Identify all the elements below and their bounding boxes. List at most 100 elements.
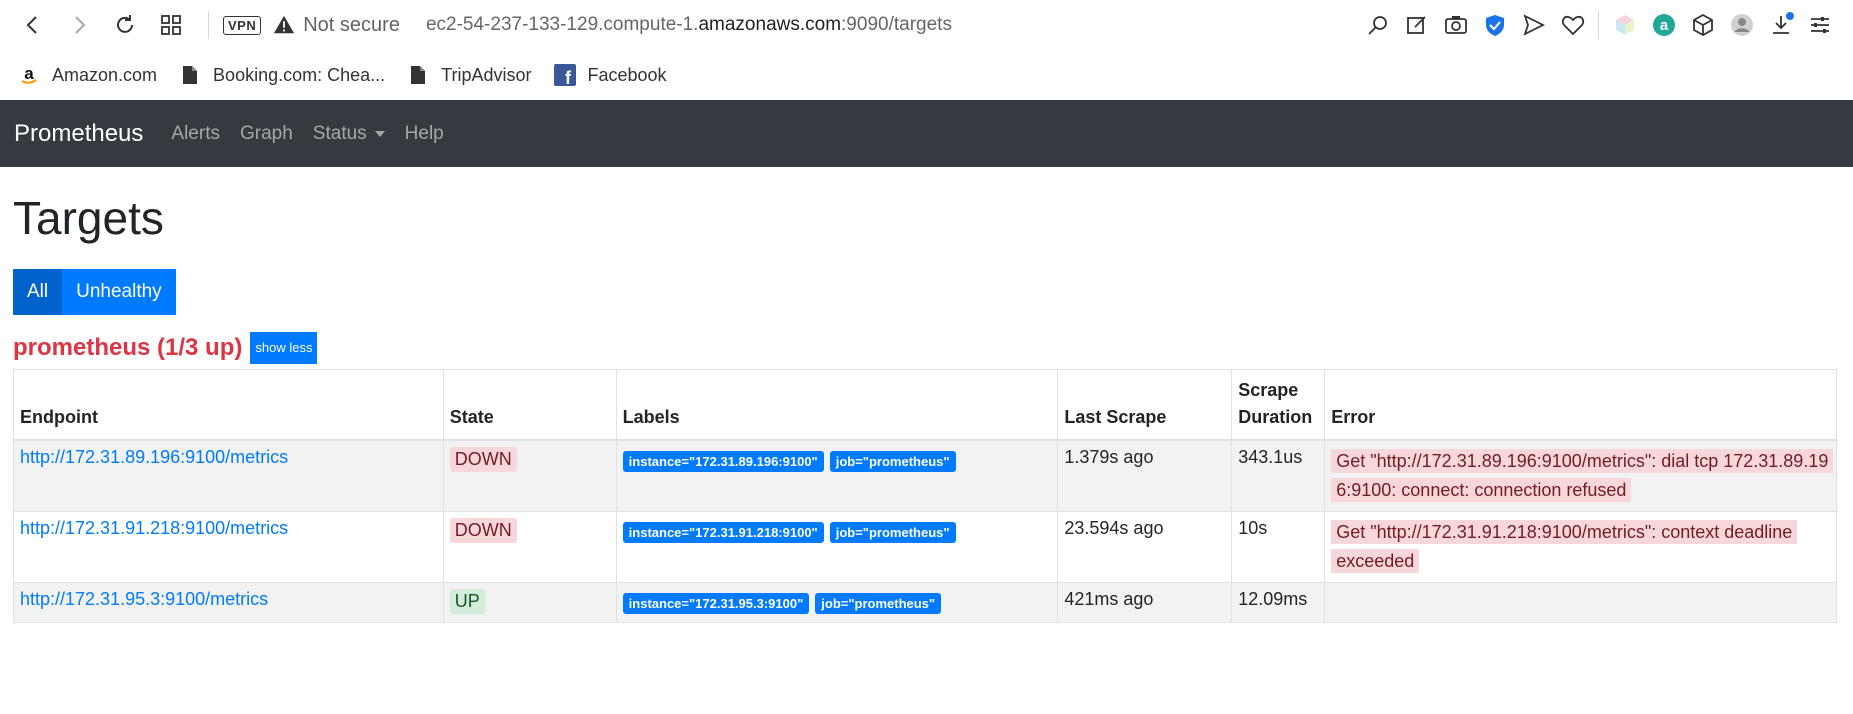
bookmark-label: Booking.com: Chea... <box>213 64 386 85</box>
forward-button[interactable] <box>60 6 98 44</box>
profile-button[interactable] <box>1722 6 1761 45</box>
show-less-button[interactable]: show less <box>250 332 318 364</box>
bookmark-amazon[interactable]: a Amazon.com <box>18 64 157 86</box>
duration-cell: 343.1us <box>1231 439 1326 512</box>
snapshot-button[interactable] <box>1436 6 1475 45</box>
filter-unhealthy-button[interactable]: Unhealthy <box>62 269 176 315</box>
header-state: State <box>442 369 617 441</box>
reload-icon <box>117 15 133 33</box>
table-row: http://172.31.95.3:9100/metrics UP insta… <box>13 581 1837 623</box>
nav-status-dropdown[interactable]: Status <box>313 123 385 145</box>
sliders-icon <box>1810 17 1829 33</box>
camera-icon <box>1444 16 1467 34</box>
endpoint-cell: http://172.31.89.196:9100/metrics <box>13 439 444 512</box>
grid-icon <box>161 15 181 35</box>
nav-graph[interactable]: Graph <box>240 123 293 145</box>
extensions-separator <box>1598 11 1599 39</box>
job-header: prometheus (1/3 up) show less <box>13 332 1840 364</box>
table-header-row: Endpoint State Labels Last Scrape Scrape… <box>13 369 1837 441</box>
endpoint-link[interactable]: http://172.31.89.196:9100/metrics <box>20 447 288 467</box>
labels-cell: instance="172.31.91.218:9100" job="promet… <box>615 510 1059 583</box>
reload-button[interactable] <box>106 6 144 44</box>
svg-text:a: a <box>24 65 34 83</box>
error-cell: Get "http://172.31.91.218:9100/metrics":… <box>1324 510 1837 583</box>
instance-label-badge: instance="172.31.89.196:9100" <box>622 450 824 472</box>
search-page-button[interactable] <box>1358 6 1397 45</box>
settings-menu-button[interactable] <box>1800 6 1839 45</box>
heart-icon <box>1561 15 1584 36</box>
shield-check-icon <box>1485 15 1504 36</box>
table-row: http://172.31.89.196:9100/metrics DOWN i… <box>13 439 1837 512</box>
state-badge: DOWN <box>449 517 517 543</box>
endpoint-link[interactable]: http://172.31.95.3:9100/metrics <box>20 589 268 609</box>
state-cell: UP <box>442 581 617 623</box>
state-cell: DOWN <box>442 510 617 583</box>
instance-label-badge: instance="172.31.91.218:9100" <box>622 521 824 543</box>
main-content: Targets All Unhealthy prometheus (1/3 up… <box>0 189 1853 623</box>
header-error: Error <box>1324 369 1837 441</box>
error-cell <box>1324 581 1837 623</box>
brand-link[interactable]: Prometheus <box>14 120 143 148</box>
send-button[interactable] <box>1514 6 1553 45</box>
state-cell: DOWN <box>442 439 617 512</box>
downloads-button[interactable] <box>1761 6 1800 45</box>
last-scrape-cell: 1.379s ago <box>1057 439 1233 512</box>
table-row: http://172.31.91.218:9100/metrics DOWN i… <box>13 510 1837 583</box>
filter-button-group: All Unhealthy <box>13 269 1840 315</box>
header-labels: Labels <box>615 369 1059 441</box>
filter-all-button[interactable]: All <box>13 269 63 315</box>
job-label-badge: job="prometheus" <box>829 450 956 472</box>
error-cell: Get "http://172.31.89.196:9100/metrics":… <box>1324 439 1837 512</box>
header-endpoint: Endpoint <box>13 369 444 441</box>
security-status[interactable]: Not secure <box>303 14 400 37</box>
caret-down-icon <box>374 130 385 137</box>
nav-alerts[interactable]: Alerts <box>171 123 220 145</box>
send-icon <box>1522 14 1545 36</box>
forward-arrow-icon <box>75 16 86 34</box>
duration-cell: 12.09ms <box>1231 581 1326 623</box>
url-suffix: :9090/targets <box>841 14 952 35</box>
edit-button[interactable] <box>1397 6 1436 45</box>
a-extension-button[interactable]: a <box>1644 6 1683 45</box>
avatar-icon <box>1730 14 1753 36</box>
nav-help[interactable]: Help <box>405 123 444 145</box>
browser-toolbar: VPN Not secure ec2-54-237-133-129.comput… <box>0 0 1853 50</box>
bookmark-booking[interactable]: Booking.com: Chea... <box>179 64 385 86</box>
svg-text:a: a <box>1659 17 1668 34</box>
bookmark-facebook[interactable]: f Facebook <box>553 64 667 86</box>
labels-cell: instance="172.31.89.196:9100" job="promet… <box>615 439 1059 512</box>
svg-text:f: f <box>565 68 572 86</box>
tabs-grid-button[interactable] <box>152 6 190 44</box>
endpoint-cell: http://172.31.95.3:9100/metrics <box>13 581 444 623</box>
labels-cell: instance="172.31.95.3:9100" job="promethe… <box>615 581 1059 623</box>
state-badge: UP <box>449 588 485 614</box>
favorites-button[interactable] <box>1553 6 1592 45</box>
edit-icon <box>1406 16 1426 34</box>
job-label-badge: job="prometheus" <box>829 521 956 543</box>
last-scrape-cell: 23.594s ago <box>1057 510 1233 583</box>
url-field[interactable]: ec2-54-237-133-129.compute-1.amazonaws.c… <box>426 14 952 36</box>
error-badge: Get "http://172.31.89.196:9100/metrics":… <box>1331 448 1834 502</box>
bookmark-tripadvisor[interactable]: TripAdvisor <box>407 64 532 86</box>
prometheus-navbar: Prometheus Alerts Graph Status Help <box>0 100 1853 167</box>
box-extension-button[interactable] <box>1683 6 1722 45</box>
page-icon <box>407 64 429 86</box>
job-title-link[interactable]: prometheus (1/3 up) <box>13 334 242 362</box>
state-badge: DOWN <box>449 446 517 472</box>
header-scrape-duration: Scrape Duration <box>1231 369 1326 441</box>
targets-table: Endpoint State Labels Last Scrape Scrape… <box>13 369 1837 623</box>
color-cube-icon <box>1615 15 1634 35</box>
vpn-badge[interactable]: VPN <box>223 15 262 35</box>
url-domain: amazonaws.com <box>698 14 842 35</box>
cube-extension-button[interactable] <box>1605 6 1644 45</box>
page-icon <box>179 64 201 86</box>
last-scrape-cell: 421ms ago <box>1057 581 1233 623</box>
shield-button[interactable] <box>1475 6 1514 45</box>
back-button[interactable] <box>14 6 52 44</box>
endpoint-cell: http://172.31.91.218:9100/metrics <box>13 510 444 583</box>
endpoint-link[interactable]: http://172.31.91.218:9100/metrics <box>20 518 288 538</box>
warning-icon[interactable] <box>273 14 295 36</box>
notification-dot-icon <box>1786 11 1794 20</box>
instance-label-badge: instance="172.31.95.3:9100" <box>622 592 810 614</box>
error-badge: Get "http://172.31.91.218:9100/metrics":… <box>1331 519 1798 573</box>
